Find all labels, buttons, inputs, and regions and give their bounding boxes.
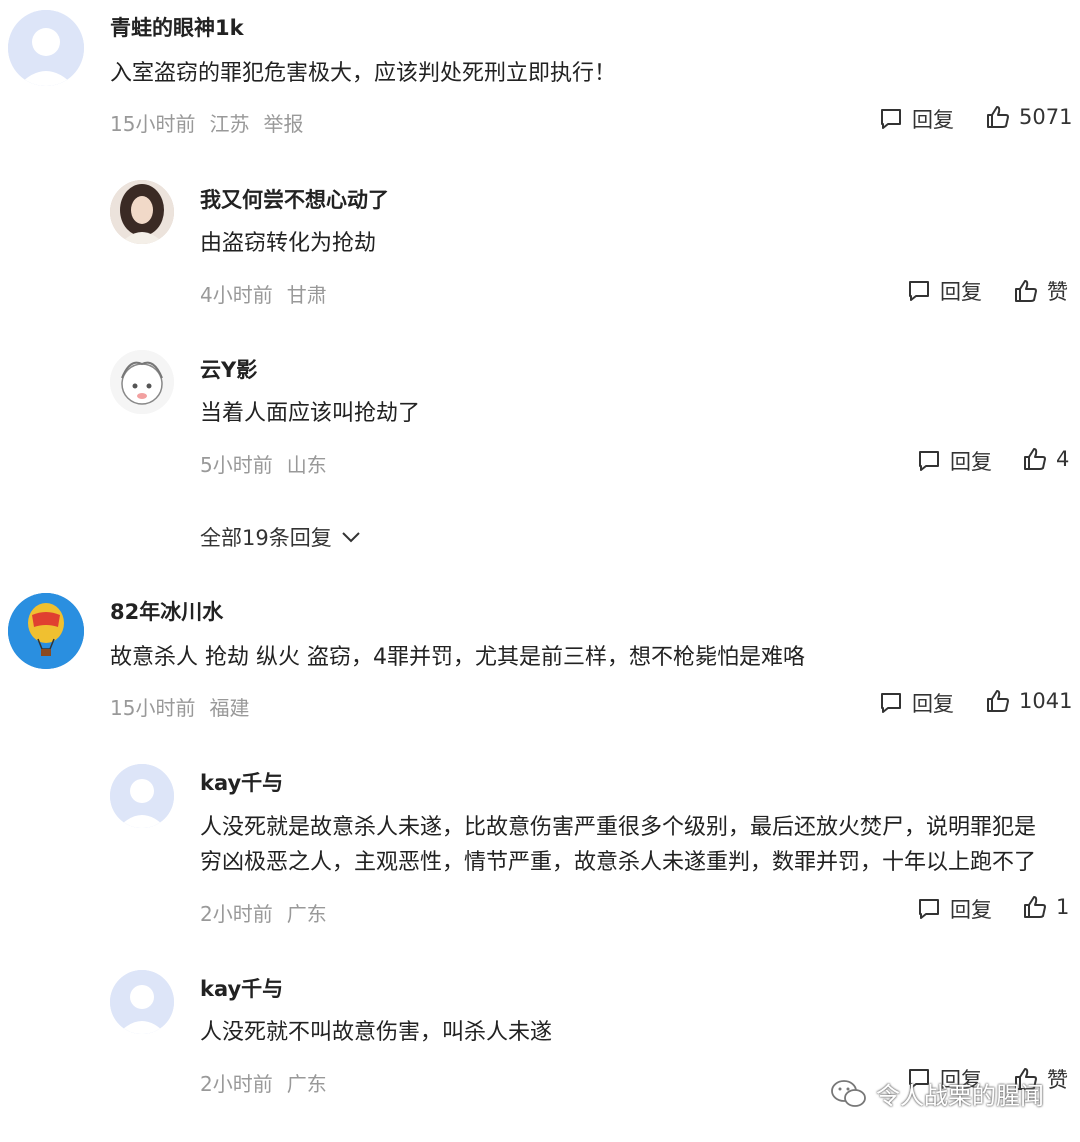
reply-button[interactable]: 回复: [906, 276, 982, 306]
comment-text: 由盗窃转化为抢劫: [200, 231, 377, 256]
comment-icon: [909, 281, 929, 301]
avatar[interactable]: [8, 593, 84, 669]
like-count: 4: [1056, 447, 1070, 471]
comment-time: 2小时前: [200, 1072, 273, 1096]
comment-text-line-1: 人没死就是故意杀人未遂，比故意伤害严重很多个级别，最后还放火焚尸，说明罪犯是: [200, 815, 1037, 840]
comment-location: 福建: [209, 696, 250, 720]
comment-icon: [881, 109, 901, 129]
reply-button[interactable]: 回复: [916, 894, 992, 924]
comment-meta: 2小时前 广东: [200, 1068, 341, 1097]
like-button[interactable]: 4: [1022, 446, 1069, 472]
photo-avatar-icon: [110, 180, 174, 244]
comment-location: 山东: [286, 453, 327, 477]
reply-label: 回复: [950, 450, 992, 474]
thumbs-up-icon: [987, 690, 1009, 712]
reply-label: 回复: [912, 108, 954, 132]
like-count: 5071: [1019, 105, 1073, 129]
more-replies-label: 全部19条回复: [200, 526, 332, 550]
username[interactable]: kay千与: [200, 767, 283, 797]
comment-icon: [881, 693, 901, 713]
comment-text: 入室盗窃的罪犯危害极大，应该判处死刑立即执行！: [110, 61, 617, 86]
comment-meta: 4小时前 甘肃: [200, 279, 341, 308]
like-button[interactable]: 1041: [985, 688, 1072, 714]
like-count: 赞: [1047, 280, 1068, 304]
reply-button[interactable]: 回复: [878, 688, 954, 718]
reply-button[interactable]: 回复: [916, 446, 992, 476]
more-replies-toggle[interactable]: 全部19条回复: [200, 522, 362, 552]
username[interactable]: 青蛙的眼神1k: [110, 12, 244, 42]
username[interactable]: 云Y影: [200, 354, 257, 384]
username[interactable]: 我又何尝不想心动了: [200, 184, 389, 214]
avatar[interactable]: [110, 180, 174, 244]
like-button[interactable]: 1: [1022, 894, 1069, 920]
like-button[interactable]: 赞: [1013, 276, 1068, 306]
username[interactable]: kay千与: [200, 973, 283, 1003]
comment-icon: [919, 899, 939, 919]
thumbs-up-icon: [1015, 280, 1037, 302]
comment-time: 15小时前: [110, 112, 196, 136]
comment-time: 15小时前: [110, 696, 196, 720]
comment-time: 5小时前: [200, 453, 273, 477]
like-count: 1041: [1019, 689, 1073, 713]
avatar[interactable]: [110, 970, 174, 1034]
comment-icon: [919, 451, 939, 471]
comment-meta: 15小时前 江苏 举报: [110, 108, 317, 137]
comment-location: 甘肃: [286, 283, 327, 307]
wechat-icon: [831, 1079, 866, 1107]
comment-meta: 5小时前 山东: [200, 449, 341, 478]
like-count: 赞: [1047, 1068, 1068, 1092]
watermark-text: 令人战栗的腥闻: [876, 1082, 1044, 1110]
comment-text: 故意杀人 抢劫 纵火 盗窃，4罪并罚，尤其是前三样，想不枪毙怕是难咯: [110, 645, 805, 670]
thumbs-up-icon: [1024, 896, 1046, 918]
watermark: 令人战栗的腥闻: [830, 1076, 1044, 1111]
avatar[interactable]: [110, 764, 174, 828]
default-user-avatar-icon: [110, 970, 174, 1034]
comment-meta: 15小时前 福建: [110, 692, 263, 721]
comment-location: 江苏: [209, 112, 250, 136]
thumbs-up-icon: [1024, 448, 1046, 470]
report-link[interactable]: 举报: [263, 112, 303, 136]
default-user-avatar-icon: [110, 764, 174, 828]
like-button[interactable]: 5071: [985, 104, 1072, 130]
avatar[interactable]: [110, 350, 174, 414]
comment-meta: 2小时前 广东: [200, 898, 341, 927]
hot-air-balloon-avatar-icon: [8, 593, 84, 669]
reply-label: 回复: [940, 280, 982, 304]
like-count: 1: [1056, 895, 1070, 919]
reply-label: 回复: [950, 898, 992, 922]
comment-location: 广东: [286, 1072, 327, 1096]
comment-time: 2小时前: [200, 902, 273, 926]
reply-label: 回复: [912, 692, 954, 716]
avatar[interactable]: [8, 10, 84, 86]
comment-text-line-2: 穷凶极恶之人，主观恶性，情节严重，故意杀人未遂重判，数罪并罚，十年以上跑不了: [200, 850, 1037, 875]
comment-text: 当着人面应该叫抢劫了: [200, 401, 421, 426]
comment-time: 4小时前: [200, 283, 273, 307]
thumbs-up-icon: [987, 106, 1009, 128]
default-user-avatar-icon: [8, 10, 84, 86]
comment-text: 人没死就不叫故意伤害，叫杀人未遂: [200, 1020, 553, 1045]
chevron-down-icon: [342, 532, 360, 543]
anime-avatar-icon: [110, 350, 174, 414]
comment-location: 广东: [286, 902, 327, 926]
reply-button[interactable]: 回复: [878, 104, 954, 134]
username[interactable]: 82年冰川水: [110, 596, 223, 626]
